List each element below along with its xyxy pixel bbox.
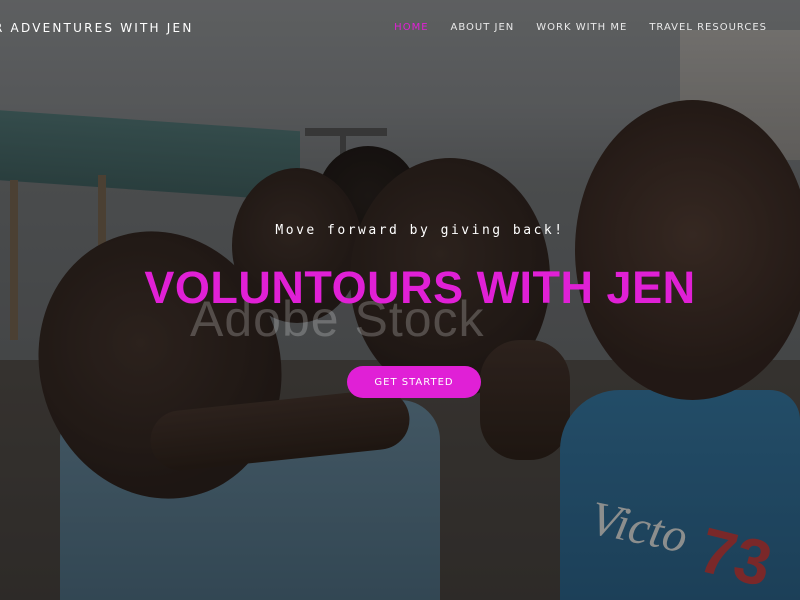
site-header: R ADVENTURES WITH JEN HOME ABOUT JEN WOR… (0, 0, 800, 60)
nav-item-work-with-me[interactable]: WORK WITH ME (525, 22, 638, 33)
get-started-button[interactable]: GET STARTED (347, 366, 481, 398)
nav-item-home[interactable]: HOME (383, 22, 439, 33)
site-brand[interactable]: R ADVENTURES WITH JEN (0, 21, 194, 35)
hero-headline: VOLUNTOURS WITH JEN (144, 262, 696, 313)
main-nav: HOME ABOUT JEN WORK WITH ME TRAVEL RESOU… (383, 22, 778, 33)
nav-item-about-jen[interactable]: ABOUT JEN (440, 22, 526, 33)
hero-tagline: Move forward by giving back! (275, 223, 565, 238)
nav-item-travel-resources[interactable]: TRAVEL RESOURCES (638, 22, 778, 33)
